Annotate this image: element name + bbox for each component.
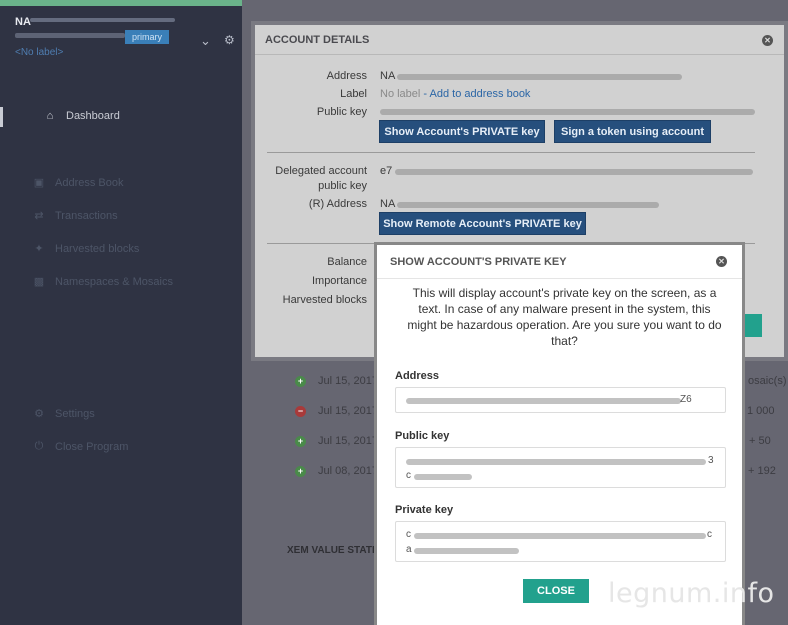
private-key-dialog-title: SHOW ACCOUNT'S PRIVATE KEY (377, 245, 742, 279)
divider (267, 152, 755, 153)
remote-address-value: NA (380, 198, 396, 210)
watermark: legnum.info (608, 578, 775, 609)
importance-label: Importance (311, 275, 367, 287)
close-button[interactable]: CLOSE (523, 579, 589, 603)
address-redacted (406, 398, 681, 404)
account-name-redacted (30, 18, 175, 22)
account-address-redacted (15, 33, 125, 38)
nav-namespaces-label: Namespaces & Mosaics (55, 275, 173, 288)
remote-address-redacted (397, 202, 659, 208)
delegated-account-label: Delegated account (275, 165, 367, 177)
add-to-address-book-link[interactable]: Add to address book (430, 88, 531, 100)
home-icon: ⌂ (46, 110, 54, 122)
public-key-suffix: 3 (708, 455, 714, 466)
book-icon: ▣ (33, 177, 45, 189)
transaction-amount: + 192 (748, 465, 776, 477)
public-key-field[interactable]: 3 c (395, 447, 726, 488)
transfer-icon: ⇄ (34, 210, 44, 222)
address-label: Address (326, 70, 367, 82)
transaction-date: Jul 08, 2017 (318, 465, 378, 477)
remote-address-label: (R) Address (308, 198, 367, 210)
address-field-label: Address (395, 370, 440, 382)
sidebar: NA primary <No label> ⌄ ⚙ ⌂ Dashboard ▣ … (0, 0, 242, 625)
xem-value-statistics-heading: XEM VALUE STATIST (287, 545, 388, 556)
nav-dashboard[interactable]: ⌂ Dashboard (44, 110, 120, 122)
private-key-prefix: c (406, 529, 411, 540)
fork-knife-icon: ✦ (34, 243, 44, 255)
label-value: No label - Add to address book (380, 88, 530, 100)
close-icon[interactable]: ✕ (716, 256, 727, 267)
close-icon[interactable]: ✕ (762, 35, 773, 46)
harvested-blocks-label: Harvested blocks (282, 294, 367, 306)
minus-icon: − (295, 405, 306, 417)
private-key-redacted (414, 548, 519, 554)
account-name[interactable]: NA (15, 16, 31, 28)
transaction-row: + Jul 15, 2017 (295, 435, 378, 447)
label-label: Label (340, 88, 367, 100)
transaction-date: Jul 15, 2017 (318, 375, 378, 387)
public-key-line2: c (406, 470, 411, 481)
label-separator: - (420, 88, 430, 100)
delegated-key-value: e7 (380, 165, 393, 177)
address-field[interactable]: Z6 (395, 387, 726, 413)
public-key-redacted (406, 459, 706, 465)
cogs-icon: ⚙ (34, 408, 44, 420)
delegated-key-redacted (395, 169, 753, 175)
public-key-redacted (380, 109, 755, 115)
account-details-title: ACCOUNT DETAILS (255, 25, 784, 55)
transaction-amount: + 50 (749, 435, 771, 447)
private-key-line2: a (406, 544, 412, 555)
briefcase-icon: ▩ (33, 276, 45, 288)
private-key-dialog: SHOW ACCOUNT'S PRIVATE KEY ✕ This will d… (374, 242, 745, 625)
show-remote-private-key-button[interactable]: Show Remote Account's PRIVATE key (379, 212, 586, 235)
nav-close-program-label: Close Program (55, 440, 129, 453)
sidebar-top-accent (0, 0, 242, 6)
nav-dashboard-label: Dashboard (66, 110, 120, 122)
transaction-amount: osaic(s) (748, 375, 787, 387)
transaction-date: Jul 15, 2017 (318, 435, 378, 447)
private-key-field-label: Private key (395, 504, 454, 516)
active-nav-marker (0, 107, 3, 127)
sign-token-button[interactable]: Sign a token using account (554, 120, 711, 143)
nav-address-book[interactable]: ▣ Address Book (33, 176, 124, 190)
plus-icon: + (295, 375, 306, 387)
delegated-public-key-label: public key (318, 180, 367, 192)
transaction-row: + Jul 15, 2017 (295, 375, 378, 387)
nav-namespaces[interactable]: ▩ Namespaces & Mosaics (33, 275, 173, 289)
nav-harvested-blocks-label: Harvested blocks (55, 242, 140, 255)
nav-settings-label: Settings (55, 407, 95, 420)
plus-icon: + (295, 435, 306, 447)
primary-badge: primary (125, 30, 170, 44)
power-icon: ⏻ (34, 440, 44, 452)
nav-transactions-label: Transactions (55, 209, 118, 222)
public-key-redacted (414, 474, 472, 480)
transaction-amount: 1 000 (747, 405, 775, 417)
nav-transactions[interactable]: ⇄ Transactions (33, 209, 118, 223)
nav-harvested-blocks[interactable]: ✦ Harvested blocks (33, 242, 140, 256)
warning-message: This will display account's private key … (407, 286, 722, 348)
show-private-key-button[interactable]: Show Account's PRIVATE key (379, 120, 545, 143)
private-key-suffix: c (707, 529, 712, 540)
transaction-row: + Jul 08, 2017 (295, 465, 378, 477)
public-key-field-label: Public key (395, 430, 450, 442)
public-key-label: Public key (316, 106, 367, 118)
private-key-redacted (414, 533, 706, 539)
account-label: <No label> (15, 47, 64, 58)
transaction-date: Jul 15, 2017 (318, 405, 378, 417)
address-suffix: Z6 (680, 394, 692, 405)
plus-icon: + (295, 465, 306, 477)
nav-address-book-label: Address Book (55, 176, 124, 189)
transaction-row: − Jul 15, 2017 (295, 405, 378, 417)
nav-close-program[interactable]: ⏻ Close Program (33, 440, 129, 453)
chevron-down-icon[interactable]: ⌄ (200, 33, 211, 49)
no-label-text: No label (380, 88, 421, 100)
private-key-field[interactable]: c c a (395, 521, 726, 562)
gear-icon[interactable]: ⚙ (224, 33, 235, 47)
balance-label: Balance (327, 256, 367, 268)
address-redacted (397, 74, 682, 80)
address-value: NA (380, 70, 396, 82)
nav-settings[interactable]: ⚙ Settings (33, 407, 95, 421)
